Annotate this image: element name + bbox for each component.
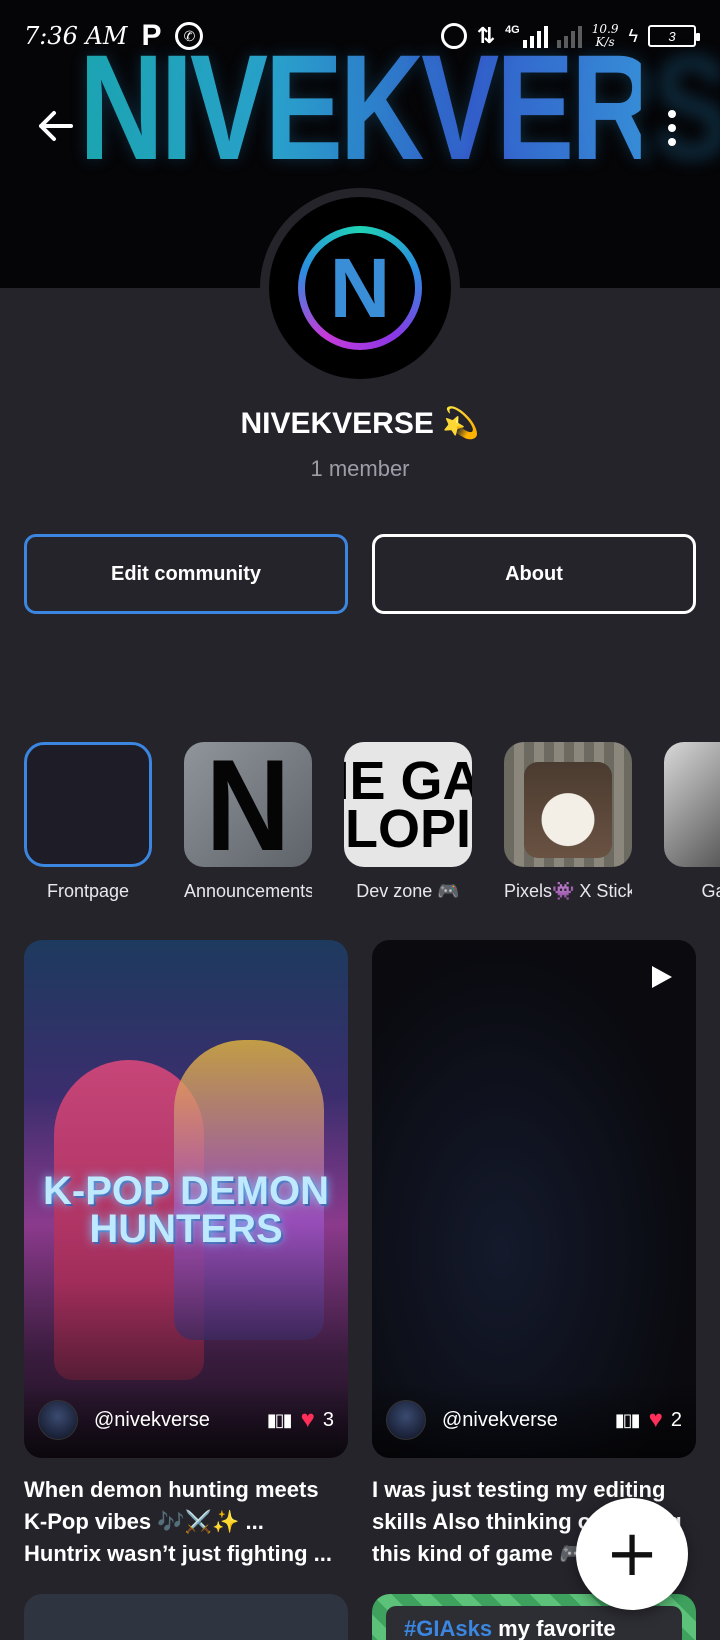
play-icon — [652, 966, 672, 988]
levels-icon: ▮▯▮ — [614, 1409, 641, 1430]
caption-line: Huntrix wasn’t just fighting ... — [24, 1541, 332, 1566]
caption-line: K-Pop vibes 🎶⚔️✨ ... — [24, 1509, 264, 1534]
more-options-button[interactable] — [662, 106, 682, 150]
avatar-letter: N — [329, 240, 391, 335]
post-video-thumbnail — [372, 940, 696, 1458]
author-avatar[interactable] — [386, 1400, 426, 1440]
peek-text: my favorite — [492, 1616, 616, 1640]
category-label: Frontpage — [46, 881, 130, 902]
post-image-title: K-POP DEMON HUNTERS — [43, 1169, 329, 1251]
hashtag[interactable]: #GIAsks — [404, 1616, 492, 1640]
about-button[interactable]: About — [372, 534, 696, 614]
category-pixels-stickers[interactable]: Pixels👾 X Stickers — [504, 742, 632, 902]
category-gacha[interactable]: Gacha — [664, 742, 720, 902]
author-avatar[interactable] — [38, 1400, 78, 1440]
plus-icon: + — [605, 1517, 659, 1591]
back-button[interactable] — [34, 104, 78, 148]
avatar-gradient-ring: N — [298, 226, 422, 350]
thumb-text-line-2: LOPI — [344, 798, 471, 859]
category-dev-zone[interactable]: IE GA LOPI Dev zone 🎮 — [344, 742, 472, 902]
thumb-text-line-1: IE GA — [344, 750, 472, 811]
post-footer: @nivekverse ▮▯▮ ♥ 3 — [24, 1382, 348, 1458]
peek-post-text: #GIAsks my favorite — [386, 1606, 682, 1640]
network-type: 4G — [505, 24, 520, 36]
battery-level: 3 — [668, 28, 676, 44]
status-bar: 7:36 AM P ✆ ⇅ 4G 10.9 K/s ϟ 3 — [0, 0, 720, 72]
member-count[interactable]: 1 member — [0, 456, 720, 482]
post-footer: @nivekverse ▮▯▮ ♥ 2 — [372, 1382, 696, 1458]
edit-community-button[interactable]: Edit community — [24, 534, 348, 614]
category-announcements[interactable]: N Announcements — [184, 742, 312, 902]
like-count: 3 — [322, 1408, 334, 1431]
notification-icons: P ✆ — [141, 19, 204, 53]
whatsapp-icon: ✆ — [175, 22, 204, 50]
n-logo-icon: N — [205, 742, 291, 868]
avatar-core: N — [305, 233, 415, 343]
data-arrows-icon: ⇅ — [476, 23, 496, 48]
category-label: Dev zone 🎮 — [356, 881, 460, 902]
community-name: NIVEKVERSE 💫 — [240, 407, 480, 440]
net-speed: 10.9 K/s — [592, 23, 619, 49]
category-frontpage[interactable]: Frontpage — [24, 742, 152, 902]
community-avatar[interactable]: N — [260, 188, 460, 388]
category-thumbnail — [664, 742, 720, 868]
battery-icon: 3 — [648, 25, 700, 47]
levels-icon: ▮▯▮ — [266, 1409, 293, 1430]
caption-line: When demon hunting meets — [24, 1477, 319, 1502]
post-caption[interactable]: When demon hunting meets K-Pop vibes 🎶⚔️… — [24, 1474, 354, 1570]
category-thumbnail: N — [184, 742, 312, 868]
category-thumbnail — [504, 742, 632, 868]
category-thumbnail: IE GA LOPI — [344, 742, 472, 868]
signal-icon: 4G — [505, 24, 582, 48]
status-time: 7:36 AM — [24, 22, 128, 50]
post-card[interactable]: K-POP DEMON HUNTERS @nivekverse ▮▯▮ ♥ 3 — [24, 940, 348, 1458]
p-app-icon: P — [141, 19, 162, 52]
avatar-circle: N — [269, 197, 451, 379]
arrow-left-icon — [39, 111, 73, 141]
post-card-video[interactable]: @nivekverse ▮▯▮ ♥ 2 — [372, 940, 696, 1458]
heart-icon[interactable]: ♥ — [649, 1406, 663, 1434]
post-card-peek[interactable] — [24, 1594, 348, 1640]
more-vert-icon — [668, 110, 676, 118]
heart-icon[interactable]: ♥ — [301, 1406, 315, 1434]
author-name[interactable]: @nivekverse — [94, 1409, 210, 1432]
charging-icon: ϟ — [628, 25, 638, 46]
category-thumbnail — [24, 742, 152, 868]
category-label: Gacha — [701, 881, 720, 902]
category-list[interactable]: Frontpage N Announcements IE GA LOPI Dev… — [24, 742, 720, 902]
category-label: Pixels👾 X Stickers — [504, 881, 632, 902]
create-post-button[interactable]: + — [576, 1498, 688, 1610]
net-speed-unit: K/s — [595, 35, 615, 49]
alarm-icon — [440, 23, 467, 49]
author-name[interactable]: @nivekverse — [442, 1409, 558, 1432]
category-label: Announcements — [184, 881, 312, 902]
system-icons: ⇅ 4G 10.9 K/s ϟ 3 — [440, 23, 700, 49]
like-count: 2 — [670, 1408, 682, 1431]
